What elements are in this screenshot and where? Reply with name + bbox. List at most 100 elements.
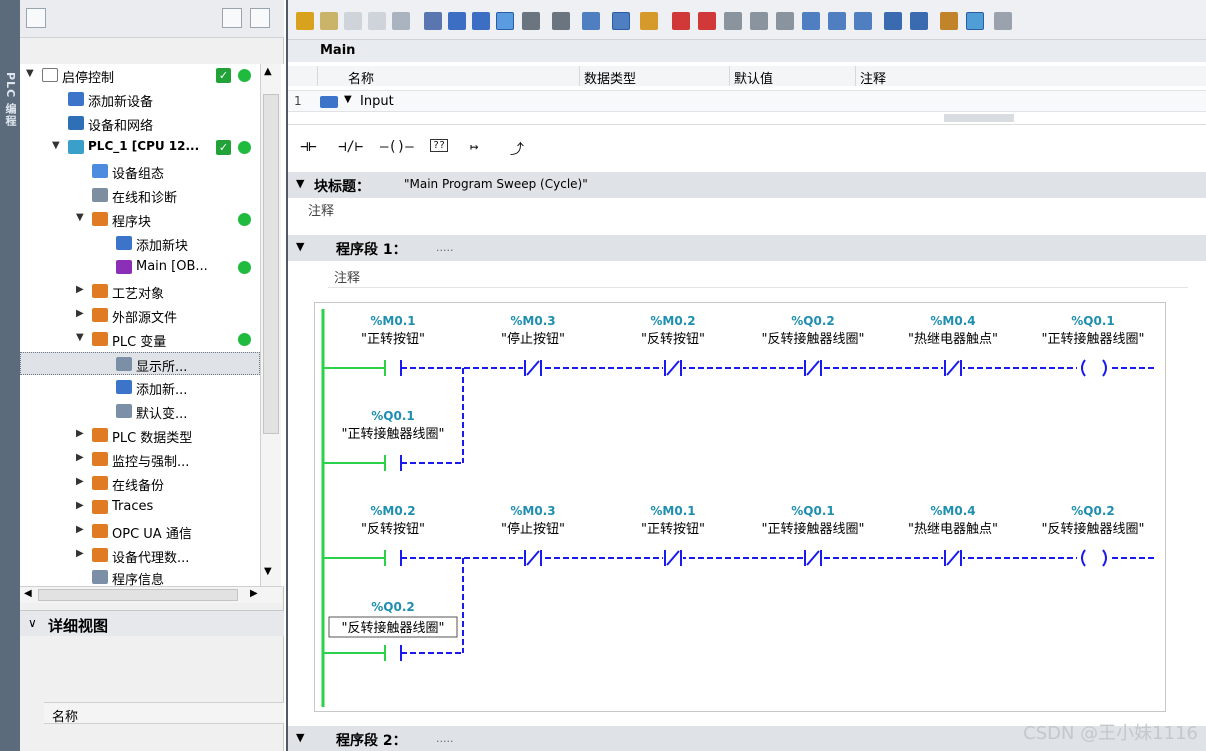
tree-item-plc-data-types[interactable]: ▶ PLC 数据类型 bbox=[20, 424, 260, 447]
tree-item-online-backup[interactable]: ▶ 在线备份 bbox=[20, 472, 260, 495]
empty-box-icon[interactable]: ?? bbox=[430, 139, 449, 152]
block-title-value[interactable]: "Main Program Sweep (Cycle)" bbox=[404, 177, 588, 191]
expand-arrow-icon[interactable]: ▶ bbox=[76, 428, 84, 439]
tree-view-icon[interactable] bbox=[26, 8, 46, 28]
tree-item-online-diag[interactable]: 在线和诊断 bbox=[20, 184, 260, 207]
contact-r2-3[interactable]: %M0.1 "正转按钮" bbox=[641, 504, 705, 567]
collapse-arrow-icon[interactable]: ▼ bbox=[296, 177, 304, 190]
collapse-arrow-icon[interactable]: ▼ bbox=[296, 240, 304, 253]
step-icon[interactable] bbox=[776, 12, 794, 30]
goto-icon[interactable] bbox=[640, 12, 658, 30]
monitoring-toggle-icon[interactable] bbox=[966, 12, 984, 30]
expand-arrow-icon[interactable]: ▶ bbox=[76, 452, 84, 463]
scroll-right-icon[interactable]: ▶ bbox=[250, 588, 258, 599]
contact-r2-seal[interactable]: %Q0.2 "反转接触器线圈" bbox=[328, 600, 458, 661]
interface-resize-handle[interactable] bbox=[944, 114, 1014, 122]
collapse-arrow-icon[interactable]: ▼ bbox=[26, 68, 34, 79]
contact-r2-4[interactable]: %Q0.1 "正转接触器线圈" bbox=[762, 504, 865, 567]
tree-item-show-all-tags[interactable]: 显示所... bbox=[20, 352, 260, 375]
chevron-down-icon[interactable]: ∨ bbox=[28, 616, 37, 630]
network-1-title-placeholder[interactable]: ..... bbox=[436, 241, 453, 254]
monitor-icon[interactable] bbox=[522, 12, 540, 30]
tree-item-add-tag-table[interactable]: 添加新... bbox=[20, 376, 260, 399]
tree-item-plc-tags[interactable]: ▼ PLC 变量 bbox=[20, 328, 260, 351]
tree-item-devices-networks[interactable]: 设备和网络 bbox=[20, 112, 260, 135]
close-networks-icon[interactable] bbox=[424, 12, 442, 30]
detail-view-header[interactable]: ∨ 详细视图 bbox=[20, 610, 284, 636]
expand-arrow-icon[interactable]: ▶ bbox=[76, 548, 84, 559]
tree-item-watch-force[interactable]: ▶ 监控与强制... bbox=[20, 448, 260, 471]
scroll-down-icon[interactable]: ▼ bbox=[264, 566, 272, 577]
tree-item-tech-objects[interactable]: ▶ 工艺对象 bbox=[20, 280, 260, 303]
goto-next-icon[interactable] bbox=[910, 12, 928, 30]
close-branch-icon[interactable]: ⤴ bbox=[510, 139, 524, 159]
tree-item-add-block[interactable]: 添加新块 bbox=[20, 232, 260, 255]
absolute-symbolic-icon[interactable] bbox=[448, 12, 466, 30]
collapse-arrow-icon[interactable]: ▼ bbox=[344, 94, 352, 105]
monitoring-on-icon[interactable] bbox=[940, 12, 958, 30]
tree-vertical-scrollbar[interactable]: ▲ ▼ bbox=[260, 64, 281, 586]
insert-row-icon[interactable] bbox=[344, 12, 362, 30]
tree-item-opc-ua[interactable]: ▶ OPC UA 通信 bbox=[20, 520, 260, 543]
tree-item-device-proxy[interactable]: ▶ 设备代理数... bbox=[20, 544, 260, 567]
tree-item-traces[interactable]: ▶ Traces bbox=[20, 496, 260, 519]
add-row-icon[interactable] bbox=[368, 12, 386, 30]
goto-previous-icon[interactable] bbox=[884, 12, 902, 30]
no-contact-icon[interactable]: ⊣⊢ bbox=[300, 139, 317, 155]
scroll-left-icon[interactable]: ◀ bbox=[24, 588, 32, 599]
network-1-comment[interactable]: 注释 bbox=[328, 262, 1188, 288]
call-env-icon[interactable] bbox=[724, 12, 742, 30]
scrollbar-thumb[interactable] bbox=[38, 589, 238, 601]
detail-view-column-header[interactable]: 名称 bbox=[44, 702, 284, 725]
interface-col-comment[interactable]: 注释 bbox=[856, 66, 1206, 87]
expand-arrow-icon[interactable]: ▶ bbox=[76, 308, 84, 319]
block-title-bar[interactable]: ▼ 块标题： "Main Program Sweep (Cycle)" bbox=[288, 172, 1206, 198]
block-call-icon[interactable] bbox=[750, 12, 768, 30]
comments-icon[interactable] bbox=[496, 12, 514, 30]
coil-icon[interactable]: –()– bbox=[380, 139, 414, 155]
interface-col-name[interactable]: 名称 bbox=[318, 66, 580, 87]
collapse-arrow-icon[interactable]: ▼ bbox=[76, 332, 84, 343]
indent-left-icon[interactable] bbox=[802, 12, 820, 30]
database-icon[interactable] bbox=[994, 12, 1012, 30]
format-icon[interactable] bbox=[854, 12, 872, 30]
export-icon[interactable] bbox=[250, 8, 270, 28]
tag-info-icon[interactable] bbox=[582, 12, 600, 30]
scroll-up-icon[interactable]: ▲ bbox=[264, 66, 272, 77]
interface-col-type[interactable]: 数据类型 bbox=[580, 66, 730, 87]
tree-item-add-device[interactable]: 添加新设备 bbox=[20, 88, 260, 111]
collapse-arrow-icon[interactable]: ▼ bbox=[76, 212, 84, 223]
coil-r2[interactable]: %Q0.2 "反转接触器线圈" bbox=[1042, 504, 1145, 567]
expand-arrow-icon[interactable]: ▶ bbox=[76, 284, 84, 295]
tree-item-project[interactable]: ▼ 启停控制 ✓ bbox=[20, 64, 260, 87]
insert-network-icon[interactable] bbox=[296, 12, 314, 30]
expand-arrow-icon[interactable]: ▶ bbox=[76, 524, 84, 535]
block-comment[interactable]: 注释 bbox=[308, 200, 334, 219]
favorites-icon[interactable] bbox=[472, 12, 490, 30]
nc-contact-icon[interactable]: ⊣/⊢ bbox=[338, 139, 363, 155]
remove-breakpoint-icon[interactable] bbox=[672, 12, 690, 30]
scrollbar-thumb[interactable] bbox=[263, 94, 279, 434]
open-branch-icon[interactable]: ↦ bbox=[470, 139, 478, 155]
coil-r1[interactable]: %Q0.1 "正转接触器线圈" bbox=[1042, 314, 1145, 377]
tree-horizontal-scrollbar[interactable]: ◀ ▶ bbox=[20, 586, 282, 603]
tree-item-default-tag-table[interactable]: 默认变... bbox=[20, 400, 260, 423]
tree-item-main-ob[interactable]: Main [OB... bbox=[20, 256, 260, 279]
tree-item-external-sources[interactable]: ▶ 外部源文件 bbox=[20, 304, 260, 327]
tree-item-plc1[interactable]: ▼ PLC_1 [CPU 12... ✓ bbox=[20, 136, 260, 159]
expand-arrow-icon[interactable]: ▶ bbox=[76, 476, 84, 487]
indent-right-icon[interactable] bbox=[828, 12, 846, 30]
contact-r2-1[interactable]: %M0.2 "反转按钮" bbox=[361, 504, 425, 566]
table-view-icon[interactable] bbox=[222, 8, 242, 28]
network-2-title-placeholder[interactable]: ..... bbox=[436, 732, 453, 745]
tree-item-program-blocks[interactable]: ▼ 程序块 bbox=[20, 208, 260, 231]
collapse-arrow-icon[interactable]: ▼ bbox=[52, 140, 60, 151]
contact-r1-seal[interactable]: %Q0.1 "正转接触器线圈" bbox=[342, 409, 445, 471]
contact-r1-3[interactable]: %M0.2 "反转按钮" bbox=[641, 314, 705, 377]
contact-r1-1[interactable]: %M0.1 "正转按钮" bbox=[361, 314, 425, 376]
instance-icon[interactable] bbox=[612, 12, 630, 30]
open-networks-icon[interactable] bbox=[392, 12, 410, 30]
operand-icon[interactable] bbox=[552, 12, 570, 30]
contact-r1-5[interactable]: %M0.4 "热继电器触点" bbox=[908, 314, 998, 377]
delete-network-icon[interactable] bbox=[320, 12, 338, 30]
